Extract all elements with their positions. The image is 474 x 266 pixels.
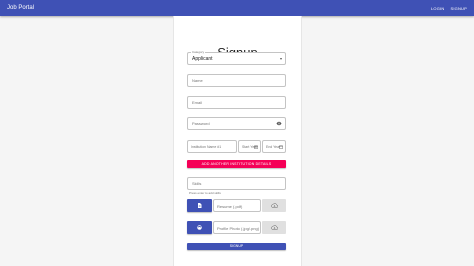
cloud-upload-icon [271, 225, 278, 230]
resume-input[interactable]: Resume (.pdf) [213, 199, 261, 212]
start-year-field[interactable]: Start Year [238, 140, 261, 153]
app-title[interactable]: Job Portal [7, 5, 34, 11]
photo-upload-button[interactable] [262, 221, 286, 234]
photo-placeholder: Profile Photo (.jpg/.png) [217, 226, 260, 231]
resume-placeholder: Resume (.pdf) [217, 204, 243, 209]
email-placeholder: Email [192, 100, 203, 105]
signup-submit-button[interactable]: SIGNUP [187, 243, 286, 250]
institution-name-field[interactable]: Institution Name #1 [187, 140, 237, 153]
face-icon [197, 225, 202, 230]
skills-helper-text: Press enter to add skills [189, 191, 221, 195]
resume-file-button[interactable] [187, 199, 212, 212]
category-select[interactable]: Category Applicant ▾ [187, 50, 286, 65]
chevron-down-icon: ▾ [279, 56, 282, 61]
photo-upload-row: Profile Photo (.jpg/.png) [187, 221, 286, 234]
name-placeholder: Name [192, 78, 203, 83]
signup-link[interactable]: SIGNUP [450, 6, 467, 11]
calendar-icon [254, 145, 258, 149]
cloud-upload-icon [271, 203, 278, 208]
nav-links: LOGIN SIGNUP [431, 6, 467, 11]
end-year-field[interactable]: End Year [262, 140, 286, 153]
name-field[interactable]: Name [187, 74, 286, 87]
skills-placeholder: Skills [192, 181, 202, 186]
skills-field[interactable]: Skills [187, 177, 286, 190]
visibility-icon[interactable] [276, 121, 282, 126]
category-legend: Category [191, 50, 206, 54]
password-field[interactable]: Password [187, 117, 286, 130]
login-link[interactable]: LOGIN [431, 6, 444, 11]
resume-upload-button[interactable] [262, 199, 286, 212]
app-bar: Job Portal LOGIN SIGNUP [0, 0, 474, 16]
institution-name-placeholder: Institution Name #1 [191, 145, 222, 149]
calendar-icon [279, 145, 283, 149]
add-institution-button[interactable]: ADD ANOTHER INSTITUTION DETAILS [187, 160, 286, 168]
password-placeholder: Password [192, 121, 210, 126]
description-icon [198, 203, 202, 208]
email-field[interactable]: Email [187, 96, 286, 109]
photo-file-button[interactable] [187, 221, 212, 234]
resume-upload-row: Resume (.pdf) [187, 199, 286, 212]
photo-input[interactable]: Profile Photo (.jpg/.png) [213, 221, 261, 234]
category-value: Applicant [192, 56, 213, 62]
